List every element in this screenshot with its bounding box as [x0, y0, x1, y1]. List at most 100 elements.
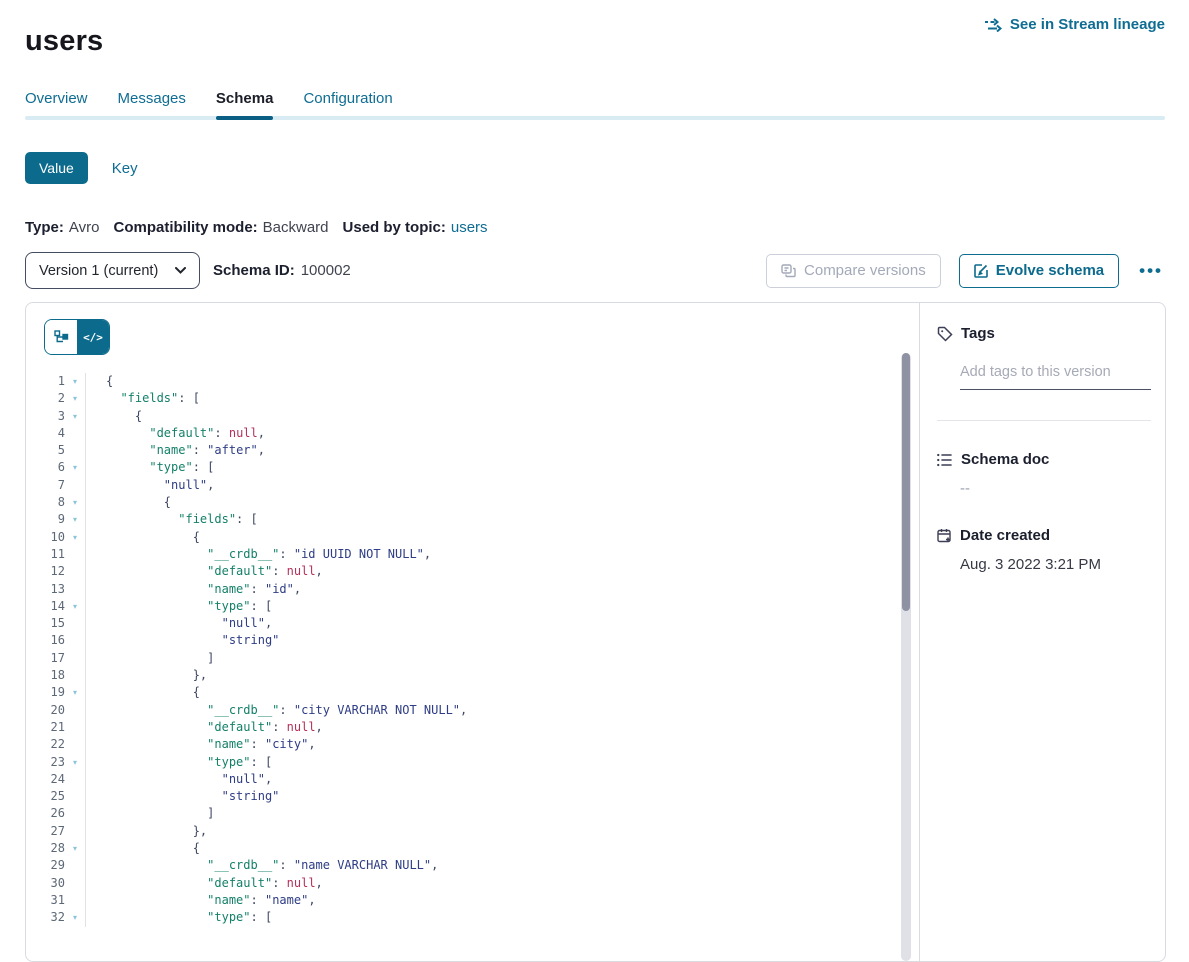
sidebar-divider: [937, 420, 1151, 421]
version-select-value: Version 1 (current): [39, 263, 158, 279]
line-gutter: 16: [26, 632, 86, 649]
compare-versions-button[interactable]: Compare versions: [766, 254, 941, 288]
line-gutter: 29: [26, 857, 86, 874]
schema-doc-header: Schema doc: [937, 451, 1151, 468]
collapse-caret-icon[interactable]: ▾: [65, 684, 85, 701]
code-content: "string": [86, 632, 279, 649]
tab-overview[interactable]: Overview: [25, 84, 88, 120]
collapse-caret-icon[interactable]: ▾: [65, 840, 85, 857]
code-line: 29 "__crdb__": "name VARCHAR NULL",: [26, 857, 919, 874]
tree-view-button[interactable]: [45, 320, 77, 354]
evolve-schema-button[interactable]: Evolve schema: [959, 254, 1119, 288]
line-number: 27: [26, 823, 65, 840]
code-line: 27 },: [26, 823, 919, 840]
line-gutter: 28▾: [26, 840, 86, 857]
caret-spacer: [65, 857, 85, 874]
caret-spacer: [65, 632, 85, 649]
line-gutter: 2▾: [26, 390, 86, 407]
tab-messages[interactable]: Messages: [118, 84, 186, 120]
schema-page: users See in Stream lineage Overview Mess…: [0, 0, 1189, 916]
line-gutter: 30: [26, 875, 86, 892]
value-tab-button[interactable]: Value: [25, 152, 88, 184]
line-gutter: 26: [26, 805, 86, 822]
see-in-stream-lineage-link[interactable]: See in Stream lineage: [984, 16, 1165, 33]
code-view-icon: </>: [83, 331, 103, 344]
code-content: "type": [: [86, 598, 272, 615]
code-content: "null",: [86, 477, 214, 494]
code-content: {: [86, 840, 200, 857]
line-number: 4: [26, 425, 65, 442]
line-number: 13: [26, 581, 65, 598]
collapse-caret-icon[interactable]: ▾: [65, 529, 85, 546]
collapse-caret-icon[interactable]: ▾: [65, 390, 85, 407]
vertical-scrollbar[interactable]: [901, 353, 911, 961]
line-number: 14: [26, 598, 65, 615]
line-number: 8: [26, 494, 65, 511]
line-number: 2: [26, 390, 65, 407]
code-content: },: [86, 667, 207, 684]
line-gutter: 18: [26, 667, 86, 684]
line-gutter: 25: [26, 788, 86, 805]
schema-sidebar: Tags Schema doc --: [920, 303, 1165, 961]
code-line: 30 "default": null,: [26, 875, 919, 892]
version-select[interactable]: Version 1 (current): [25, 252, 200, 289]
key-tab-button[interactable]: Key: [112, 160, 138, 177]
date-created-header: Date created: [937, 527, 1151, 544]
code-line: 26 ]: [26, 805, 919, 822]
code-content: },: [86, 823, 207, 840]
code-line: 1▾{: [26, 373, 919, 390]
caret-spacer: [65, 875, 85, 892]
line-number: 6: [26, 459, 65, 476]
tags-section-header: Tags: [937, 325, 1151, 342]
code-line: 2▾ "fields": [: [26, 390, 919, 407]
code-line: 14▾ "type": [: [26, 598, 919, 615]
code-content: "name": "after",: [86, 442, 265, 459]
topic-link[interactable]: users: [451, 219, 488, 236]
chevron-down-icon: [175, 267, 186, 274]
collapse-caret-icon[interactable]: ▾: [65, 598, 85, 615]
schema-json-viewer[interactable]: 1▾{2▾ "fields": [3▾ {4 "default": null,5…: [26, 353, 919, 961]
more-options-button[interactable]: •••: [1137, 261, 1165, 281]
tag-icon: [937, 326, 953, 342]
evolve-schema-label: Evolve schema: [996, 262, 1104, 279]
collapse-caret-icon[interactable]: ▾: [65, 909, 85, 926]
line-gutter: 6▾: [26, 459, 86, 476]
code-line: 17 ]: [26, 650, 919, 667]
code-content: "__crdb__": "id UUID NOT NULL",: [86, 546, 431, 563]
line-number: 32: [26, 909, 65, 926]
collapse-caret-icon[interactable]: ▾: [65, 373, 85, 390]
meta-item: Type:Avro: [25, 219, 99, 236]
schema-code-pane: </> 1▾{2▾ "fields": [3▾ {4 "default": nu…: [26, 303, 920, 961]
code-content: "type": [: [86, 909, 272, 926]
line-gutter: 22: [26, 736, 86, 753]
meta-label: Used by topic:: [343, 219, 446, 236]
add-tags-input[interactable]: [960, 364, 1151, 390]
tab-schema[interactable]: Schema: [216, 84, 274, 120]
caret-spacer: [65, 477, 85, 494]
collapse-caret-icon[interactable]: ▾: [65, 511, 85, 528]
value-key-toggle: Value Key: [25, 152, 138, 184]
code-content: "name": "id",: [86, 581, 301, 598]
scrollbar-thumb[interactable]: [902, 353, 910, 611]
code-content: ]: [86, 650, 214, 667]
schema-doc-section: Schema doc --: [937, 451, 1151, 497]
line-number: 5: [26, 442, 65, 459]
collapse-caret-icon[interactable]: ▾: [65, 754, 85, 771]
collapse-caret-icon[interactable]: ▾: [65, 494, 85, 511]
caret-spacer: [65, 736, 85, 753]
caret-spacer: [65, 615, 85, 632]
line-gutter: 4: [26, 425, 86, 442]
code-line: 28▾ {: [26, 840, 919, 857]
compare-versions-icon: [781, 264, 796, 278]
tab-configuration[interactable]: Configuration: [303, 84, 392, 120]
line-gutter: 8▾: [26, 494, 86, 511]
code-view-button[interactable]: </>: [77, 320, 109, 354]
line-number: 11: [26, 546, 65, 563]
schema-id-label: Schema ID:: [213, 262, 295, 279]
code-content: ]: [86, 805, 214, 822]
compare-versions-label: Compare versions: [804, 262, 926, 279]
collapse-caret-icon[interactable]: ▾: [65, 408, 85, 425]
code-line: 15 "null",: [26, 615, 919, 632]
collapse-caret-icon[interactable]: ▾: [65, 459, 85, 476]
meta-item: Compatibility mode:Backward: [113, 219, 328, 236]
